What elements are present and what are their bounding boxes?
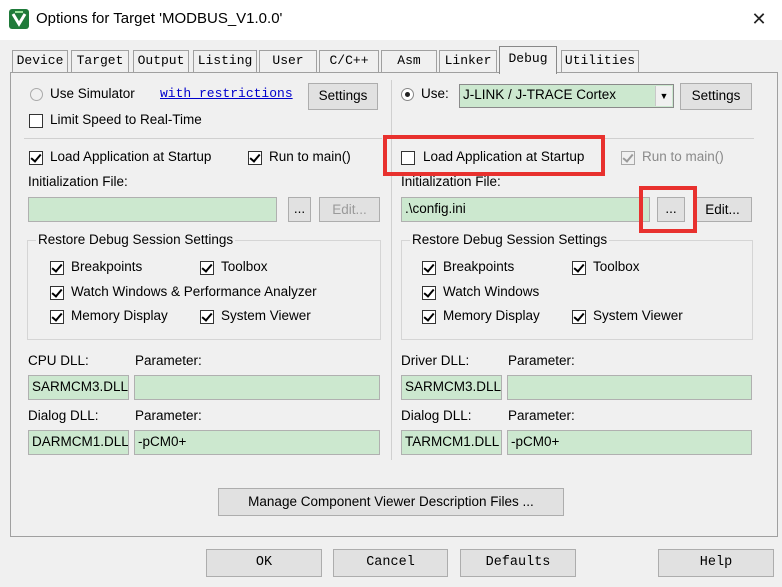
tab-listing[interactable]: Listing: [193, 50, 257, 72]
left-load-app-label: Load Application at Startup: [50, 149, 212, 164]
tab-utilities[interactable]: Utilities: [561, 50, 639, 72]
right-dialog-dll-label: Dialog DLL:: [401, 408, 472, 423]
right-run-to-main-checkbox[interactable]: [621, 151, 635, 165]
limit-speed-label: Limit Speed to Real-Time: [50, 112, 202, 127]
left-dialog-dll-label: Dialog DLL:: [28, 408, 99, 423]
right-init-file-input[interactable]: .\config.ini: [401, 197, 650, 222]
window-title: Options for Target 'MODBUS_V1.0.0': [36, 10, 283, 27]
keil-app-icon: [9, 9, 29, 29]
tab-linker[interactable]: Linker: [439, 50, 497, 72]
driver-parameter-input[interactable]: [507, 375, 752, 400]
right-system-viewer-checkbox[interactable]: [572, 310, 586, 324]
right-toolbox-checkbox[interactable]: [572, 261, 586, 275]
tab-device[interactable]: Device: [12, 50, 68, 72]
highlight-browse: [639, 186, 697, 233]
left-breakpoints-label: Breakpoints: [71, 259, 143, 274]
left-toolbox-checkbox[interactable]: [200, 261, 214, 275]
right-dialog-dll-input[interactable]: TARMCM1.DLL: [401, 430, 502, 455]
limit-speed-checkbox[interactable]: [29, 114, 43, 128]
left-dialog-parameter-input[interactable]: -pCM0+: [134, 430, 380, 455]
right-system-viewer-label: System Viewer: [593, 308, 683, 323]
left-init-file-label: Initialization File:: [28, 174, 128, 189]
highlight-load-app: [383, 135, 605, 176]
right-dialog-parameter-label: Parameter:: [508, 408, 575, 423]
left-browse-button[interactable]: ...: [288, 197, 311, 222]
cpu-dll-input[interactable]: SARMCM3.DLL: [28, 375, 129, 400]
right-edit-button[interactable]: Edit...: [693, 197, 752, 222]
tab-output[interactable]: Output: [133, 50, 189, 72]
right-breakpoints-checkbox[interactable]: [422, 261, 436, 275]
left-separator: [24, 138, 382, 139]
tab-debug[interactable]: Debug: [499, 46, 557, 74]
cpu-parameter-input[interactable]: [134, 375, 380, 400]
simulator-settings-button[interactable]: Settings: [308, 83, 378, 110]
right-breakpoints-label: Breakpoints: [443, 259, 515, 274]
left-watch-windows-label: Watch Windows & Performance Analyzer: [71, 284, 317, 299]
right-dialog-parameter-input[interactable]: -pCM0+: [507, 430, 752, 455]
left-system-viewer-checkbox[interactable]: [200, 310, 214, 324]
left-dialog-parameter-label: Parameter:: [135, 408, 202, 423]
cancel-button[interactable]: Cancel: [333, 549, 448, 577]
tab-asm[interactable]: Asm: [381, 50, 437, 72]
manage-component-viewer-button[interactable]: Manage Component Viewer Description File…: [218, 488, 564, 516]
driver-dll-label: Driver DLL:: [401, 353, 470, 368]
tab-cc[interactable]: C/C++: [319, 50, 379, 72]
left-watch-windows-checkbox[interactable]: [50, 286, 64, 300]
left-dialog-dll-input[interactable]: DARMCM1.DLL: [28, 430, 129, 455]
left-breakpoints-checkbox[interactable]: [50, 261, 64, 275]
use-debugger-radio[interactable]: [401, 88, 414, 101]
right-watch-windows-checkbox[interactable]: [422, 286, 436, 300]
debugger-select[interactable]: J-LINK / J-TRACE Cortex: [459, 84, 674, 108]
driver-parameter-label: Parameter:: [508, 353, 575, 368]
right-memory-display-label: Memory Display: [443, 308, 540, 323]
use-simulator-radio[interactable]: [30, 88, 43, 101]
tab-target[interactable]: Target: [71, 50, 129, 72]
close-button[interactable]: ✕: [744, 6, 774, 32]
ok-button[interactable]: OK: [206, 549, 322, 577]
cpu-dll-label: CPU DLL:: [28, 353, 89, 368]
tab-user[interactable]: User: [259, 50, 317, 72]
left-system-viewer-label: System Viewer: [221, 308, 311, 323]
left-load-app-checkbox[interactable]: [29, 151, 43, 165]
left-edit-button[interactable]: Edit...: [319, 197, 380, 222]
left-run-to-main-label: Run to main(): [269, 149, 351, 164]
defaults-button[interactable]: Defaults: [460, 549, 576, 577]
use-label: Use:: [421, 86, 449, 101]
right-run-to-main-label: Run to main(): [642, 149, 724, 164]
help-button[interactable]: Help: [658, 549, 774, 577]
cpu-parameter-label: Parameter:: [135, 353, 202, 368]
right-toolbox-label: Toolbox: [593, 259, 640, 274]
chevron-down-icon[interactable]: ▼: [655, 86, 672, 106]
with-restrictions-link[interactable]: with restrictions: [160, 86, 293, 101]
right-memory-display-checkbox[interactable]: [422, 310, 436, 324]
left-restore-group-title: Restore Debug Session Settings: [36, 232, 236, 247]
right-restore-group-title: Restore Debug Session Settings: [410, 232, 610, 247]
left-memory-display-label: Memory Display: [71, 308, 168, 323]
driver-dll-input[interactable]: SARMCM3.DLL: [401, 375, 502, 400]
left-memory-display-checkbox[interactable]: [50, 310, 64, 324]
right-init-file-label: Initialization File:: [401, 174, 501, 189]
debugger-settings-button[interactable]: Settings: [680, 83, 752, 110]
left-run-to-main-checkbox[interactable]: [248, 151, 262, 165]
use-simulator-label: Use Simulator: [50, 86, 135, 101]
right-watch-windows-label: Watch Windows: [443, 284, 540, 299]
left-init-file-input[interactable]: [28, 197, 277, 222]
left-toolbox-label: Toolbox: [221, 259, 268, 274]
